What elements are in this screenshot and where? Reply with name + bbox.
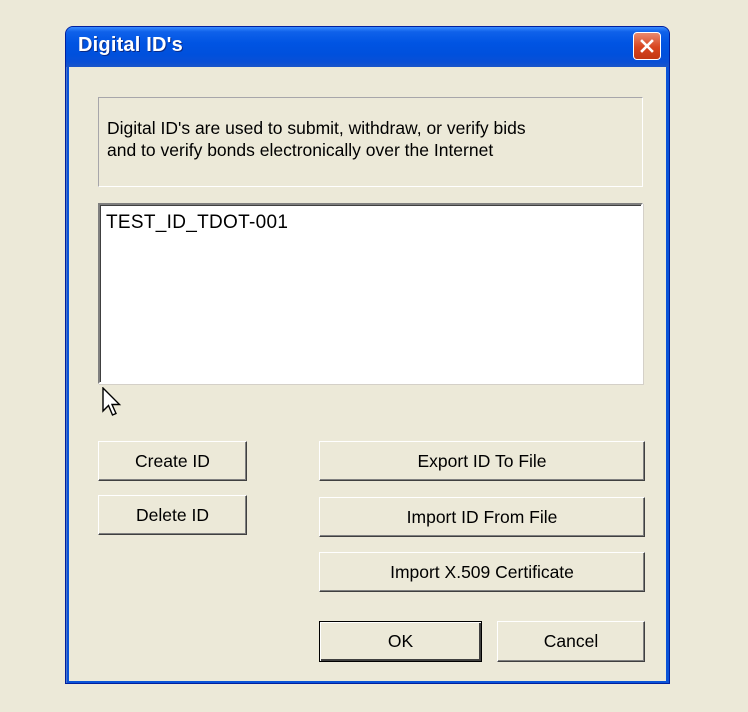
close-button[interactable]	[633, 32, 661, 60]
description-line-1: Digital ID's are used to submit, withdra…	[107, 118, 526, 138]
description-panel: Digital ID's are used to submit, withdra…	[98, 97, 643, 187]
dialog-client-area: Digital ID's are used to submit, withdra…	[69, 67, 666, 681]
import-id-from-file-button[interactable]: Import ID From File	[319, 497, 645, 537]
title-bar[interactable]: Digital ID's	[66, 27, 669, 67]
export-id-to-file-button[interactable]: Export ID To File	[319, 441, 645, 481]
description-line-2: and to verify bonds electronically over …	[107, 140, 494, 160]
ok-button[interactable]: OK	[319, 621, 482, 662]
desktop-background: Digital ID's Digital ID's are used to su…	[0, 0, 748, 712]
digital-id-listbox[interactable]: TEST_ID_TDOT-001	[98, 203, 643, 384]
create-id-button[interactable]: Create ID	[98, 441, 247, 481]
close-icon	[640, 39, 654, 53]
import-x509-certificate-button[interactable]: Import X.509 Certificate	[319, 552, 645, 592]
list-item[interactable]: TEST_ID_TDOT-001	[106, 212, 288, 234]
cancel-button[interactable]: Cancel	[497, 621, 645, 662]
window-title: Digital ID's	[78, 34, 183, 56]
digital-ids-dialog: Digital ID's Digital ID's are used to su…	[65, 26, 670, 684]
delete-id-button[interactable]: Delete ID	[98, 495, 247, 535]
